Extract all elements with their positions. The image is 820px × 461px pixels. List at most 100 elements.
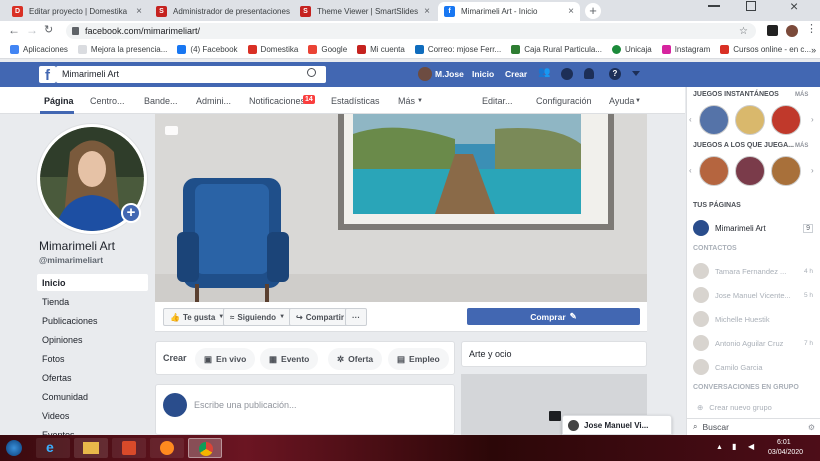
ie-taskbar-icon[interactable]: e [36,438,70,458]
arrow-right-icon[interactable]: › [811,166,814,175]
tab-insights[interactable]: Estadísticas [331,96,380,106]
arrow-right-icon[interactable]: › [811,115,814,124]
bookmark-item[interactable]: (4) Facebook [177,45,238,54]
arrow-left-icon[interactable]: ‹ [689,115,692,124]
bookmark-item[interactable]: Cursos online - en c... [720,45,811,54]
messenger-icon[interactable] [561,68,573,80]
tray-up-icon[interactable]: ▲ [716,444,723,451]
close-icon[interactable]: × [418,6,430,17]
tab-edit[interactable]: Editar... [482,96,513,106]
cover-photo[interactable] [155,114,647,302]
tab-more[interactable]: Más [398,96,415,106]
close-icon[interactable]: × [562,6,574,17]
network-icon[interactable]: ▮ [732,442,736,451]
event-button[interactable]: ▦ Evento [260,348,319,370]
tab-notifications[interactable]: Notificaciones [249,96,305,106]
game-tile[interactable] [699,156,729,186]
volume-icon[interactable]: ◀ [748,442,754,451]
like-button[interactable]: 👍 Te gusta ▼ [163,308,232,326]
left-nav-photos[interactable]: Fotos [37,350,148,367]
browser-tab-admin[interactable]: S Administrador de presentaciones × [150,2,292,21]
bell-icon[interactable] [584,68,594,79]
bookmark-item[interactable]: Google [308,45,347,54]
browser-tab-theme-viewer[interactable]: S Theme Viewer | SmartSlides × [294,2,436,21]
forward-icon[interactable]: → [26,23,38,37]
game-tile[interactable] [699,105,729,135]
game-tile[interactable] [771,105,801,135]
chevron-down-icon[interactable] [632,71,640,76]
buy-button[interactable]: Comprar ✎ [467,308,640,325]
share-button[interactable]: ↪ Compartir [289,308,351,326]
bookmark-item[interactable]: Caja Rural Particula... [511,45,602,54]
more-options-button[interactable]: ··· [345,308,367,326]
firefox-taskbar-icon[interactable] [150,438,184,458]
contact-item[interactable]: Michelle Huestik [693,311,813,327]
close-window-button[interactable]: × [790,0,798,14]
contact-item[interactable]: Antonio Aguilar Cruz 7 h [693,335,813,351]
offer-button[interactable]: ✲ Oferta [328,348,383,370]
video-camera-icon[interactable] [165,126,178,135]
explorer-taskbar-icon[interactable] [74,438,108,458]
tab-inbox[interactable]: Centro... [90,96,125,106]
left-nav-community[interactable]: Comunidad [37,388,148,405]
extension-icon[interactable] [767,25,778,36]
help-icon[interactable]: ? [609,68,621,80]
left-nav-home[interactable]: Inicio [37,274,148,291]
add-photo-button[interactable]: + [121,203,141,223]
left-nav-shop[interactable]: Tienda [37,293,148,310]
contact-item[interactable]: Tamara Fernandez ... 4 h [693,263,813,279]
user-avatar[interactable] [418,67,432,81]
live-button[interactable]: ▣ En vivo [195,348,256,370]
browser-tab-domestika[interactable]: D Editar proyecto | Domestika × [6,2,148,21]
minimize-button[interactable] [708,5,720,7]
arrow-left-icon[interactable]: ‹ [689,166,692,175]
profile-avatar[interactable] [786,25,798,37]
maximize-button[interactable] [746,1,756,11]
tab-settings[interactable]: Configuración [536,96,592,106]
more-link[interactable]: MÁS [795,92,808,98]
following-button[interactable]: ≈ Siguiendo ▼ [223,308,293,326]
left-nav-offers[interactable]: Ofertas [37,369,148,386]
category-label[interactable]: Arte y ocio [469,349,512,359]
chat-tab[interactable]: Jose Manuel Vi... [562,415,672,435]
left-nav-videos[interactable]: Videos [37,407,148,424]
create-link[interactable]: Crear [505,69,527,79]
page-handle[interactable]: @mimarimeliart [39,255,103,265]
game-tile[interactable] [735,105,765,135]
chrome-taskbar-icon[interactable] [188,438,222,458]
more-link[interactable]: MÁS [795,143,808,149]
start-button-icon[interactable] [6,440,22,456]
bookmark-item[interactable]: Mejora la presencia... [77,45,167,54]
bookmark-item[interactable]: Domestika [247,45,298,54]
chat-search-input[interactable]: ⌕ Buscar ⚙ [687,418,820,435]
composer-input[interactable]: Escribe una publicación... [194,400,297,410]
close-icon[interactable]: × [130,6,142,17]
menu-icon[interactable]: ⋮ [806,22,817,35]
game-tile[interactable] [771,156,801,186]
star-icon[interactable]: ☆ [739,26,748,37]
tab-admin[interactable]: Admini... [196,96,231,106]
close-icon[interactable]: × [290,6,292,17]
media-player-taskbar-icon[interactable] [112,438,146,458]
contact-item[interactable]: Jose Manuel Vicente... 5 h [693,287,813,303]
facebook-logo-icon[interactable]: f [39,66,56,84]
left-nav-posts[interactable]: Publicaciones [37,312,148,329]
reload-icon[interactable]: ↻ [44,23,53,36]
bookmark-item[interactable]: Correo: mjose Ferr... [414,45,501,54]
settings-icon[interactable]: ⚙ [808,423,815,432]
bookmark-item[interactable]: Instagram [661,45,710,54]
browser-tab-facebook[interactable]: f Mimarimeli Art - Inicio × [438,2,580,21]
left-nav-reviews[interactable]: Opiniones [37,331,148,348]
new-tab-button[interactable]: + [585,3,601,19]
job-button[interactable]: ▤ Empleo [388,348,449,370]
back-icon[interactable]: ← [8,23,20,37]
facebook-search-input[interactable]: Mimarimeli Art [56,66,326,83]
tab-inbox-messages[interactable]: Bande... [144,96,178,106]
bookmark-apps[interactable]: Aplicaciones [10,45,68,54]
friends-icon[interactable]: 👥 [538,67,550,78]
more-bookmarks-icon[interactable]: » [811,45,816,55]
address-bar[interactable]: facebook.com/mimarimeliart/ ☆ [66,23,756,39]
user-name[interactable]: M.Jose [435,69,464,79]
bookmark-item[interactable]: Mi cuenta [357,45,405,54]
tab-help[interactable]: Ayuda [609,96,634,106]
